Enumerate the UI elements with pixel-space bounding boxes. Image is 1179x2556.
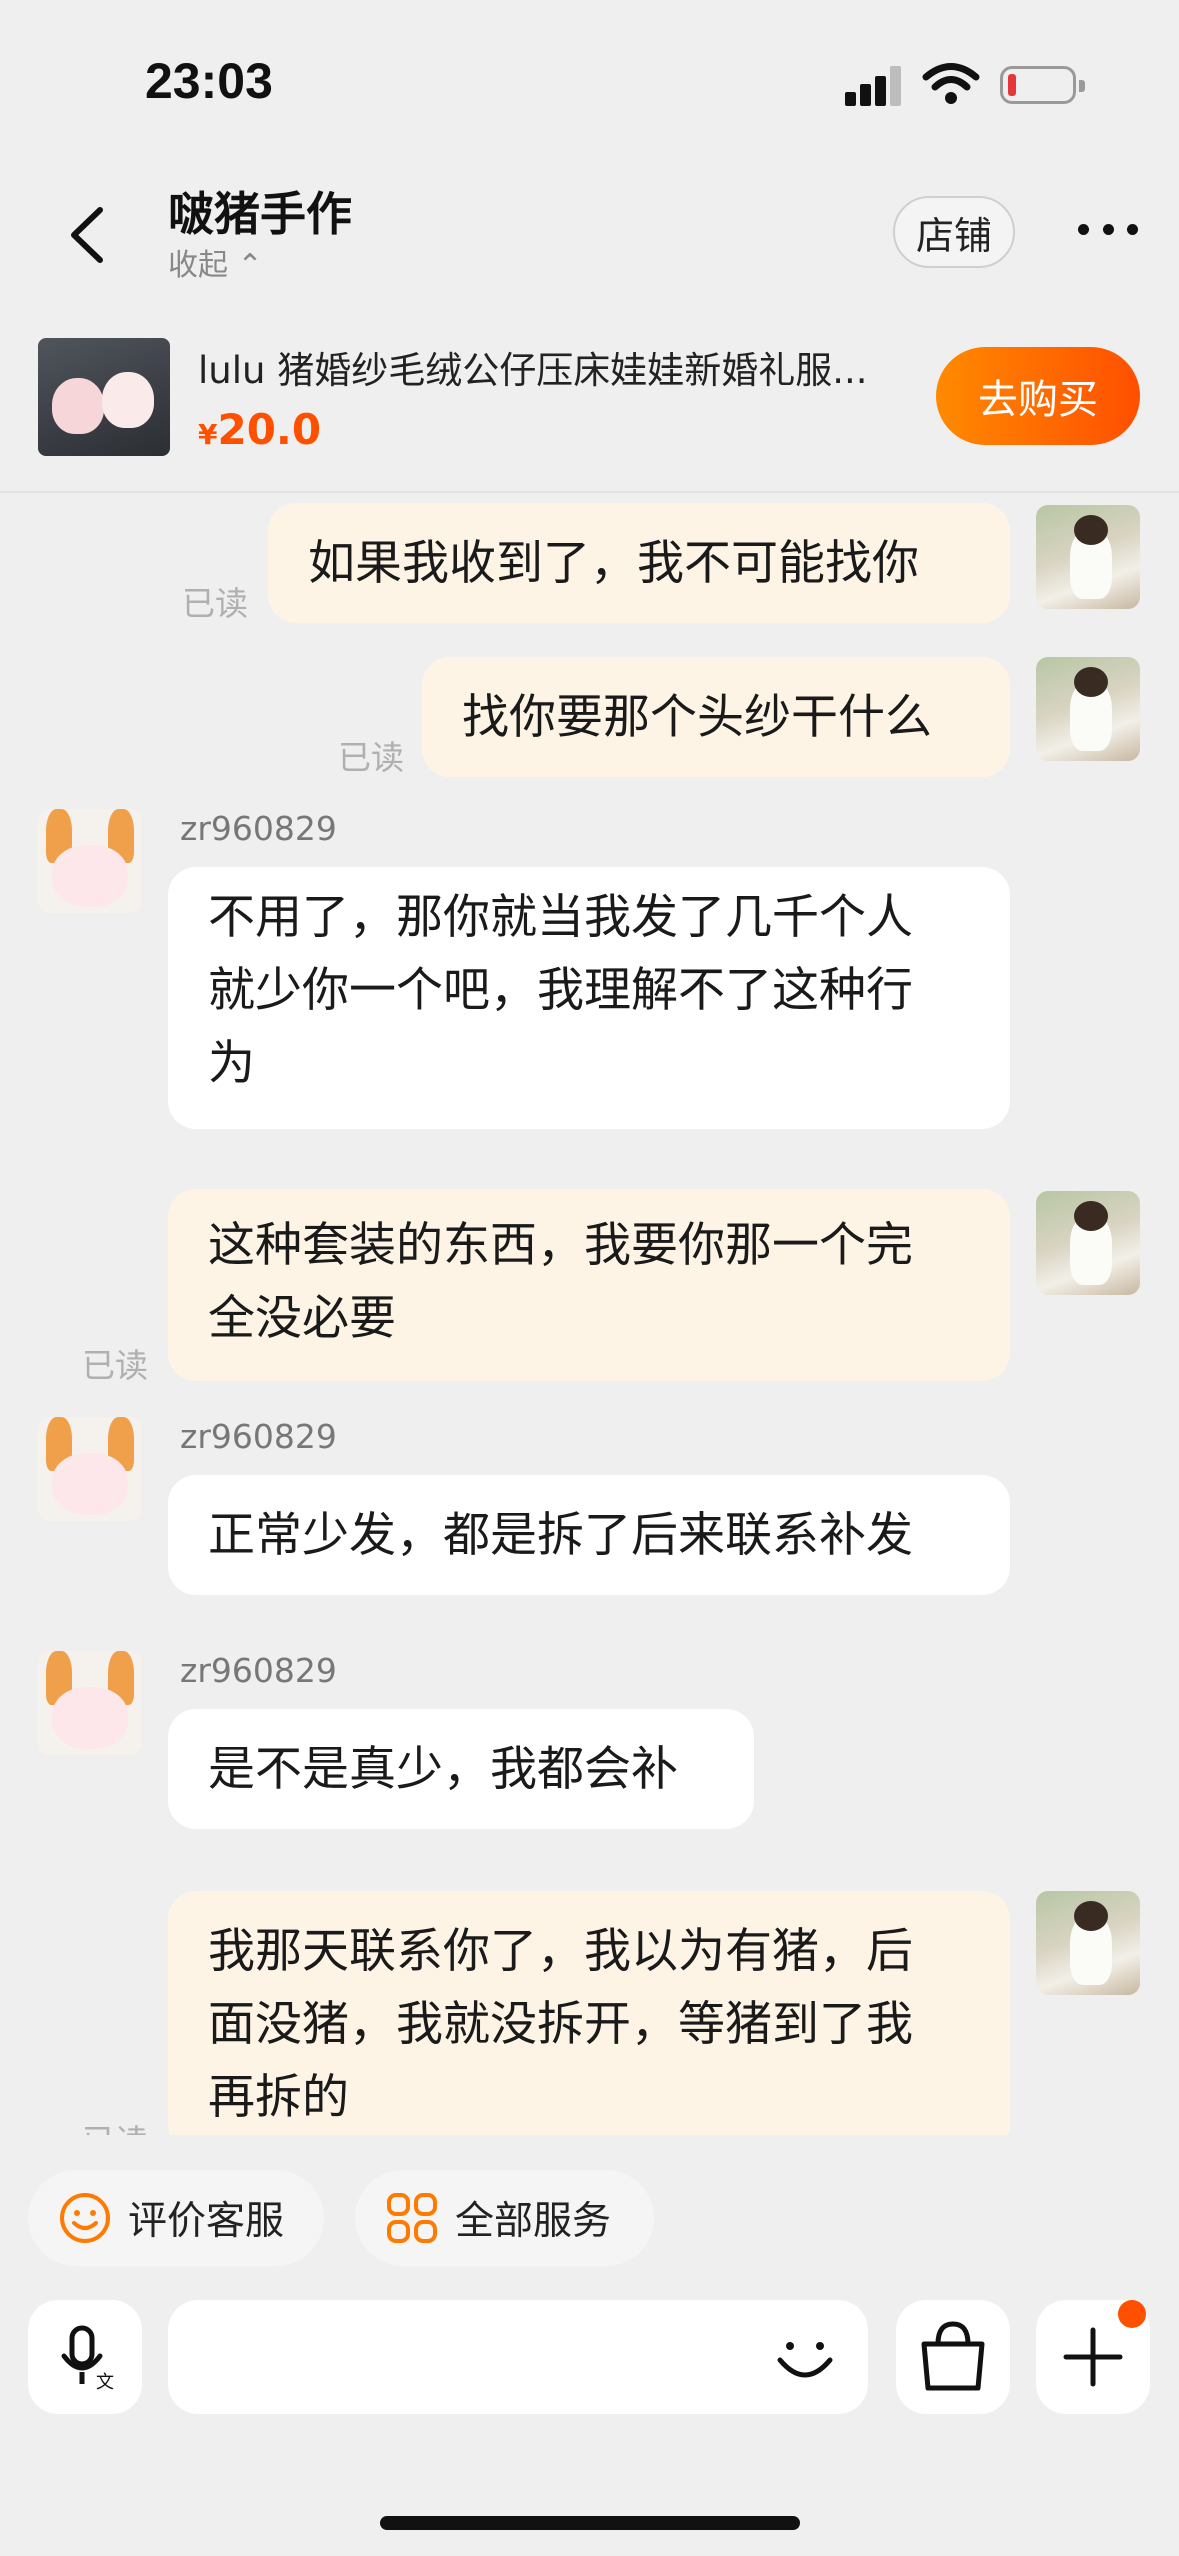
message-bubble-sent: 如果我收到了，我不可能找你: [268, 503, 1010, 623]
read-receipt: 已读: [338, 738, 404, 777]
message-line: 就少你一个吧，我理解不了这种行: [208, 963, 913, 1018]
sender-name: zr960829: [180, 1417, 337, 1456]
more-options-icon[interactable]: [1078, 224, 1138, 238]
shop-name: 啵猪手作: [168, 187, 352, 241]
back-arrow-icon[interactable]: [58, 200, 118, 270]
quick-action-label: 评价客服: [128, 2199, 285, 2244]
message-bubble-received: 正常少发，都是拆了后来联系补发: [168, 1475, 1010, 1595]
notification-dot: [1118, 2300, 1146, 2328]
all-services-button[interactable]: 全部服务: [355, 2170, 654, 2266]
message-text: 找你要那个头纱干什么: [462, 689, 932, 745]
read-receipt: 已读: [82, 1346, 148, 1385]
emoji-icon[interactable]: [768, 2320, 842, 2394]
merchant-avatar[interactable]: [38, 1417, 142, 1521]
message-line: 为: [208, 1036, 255, 1091]
product-price: ¥20.0: [198, 405, 321, 454]
message-bubble-sent: 找你要那个头纱干什么: [422, 657, 1010, 777]
svg-text:文: 文: [96, 2372, 114, 2393]
collapse-toggle[interactable]: 收起 ⌃: [168, 240, 263, 284]
message-line: 我那天联系你了，我以为有猪，后: [208, 1924, 913, 1979]
voice-input-button[interactable]: 文: [28, 2300, 142, 2414]
my-avatar[interactable]: [1036, 1191, 1140, 1295]
message-line: 这种套装的东西，我要你那一个完: [208, 1218, 913, 1273]
message-bubble-received: 不用了，那你就当我发了几千个人 就少你一个吧，我理解不了这种行 为: [168, 867, 1010, 1129]
message-line: 面没猪，我就没拆开，等猪到了我: [208, 1997, 913, 2052]
merchant-avatar[interactable]: [38, 809, 142, 913]
read-receipt: 已读: [82, 2115, 148, 2135]
message-bubble-sent: 我那天联系你了，我以为有猪，后 面没猪，我就没拆开，等猪到了我 再拆的: [168, 1891, 1010, 2135]
sender-name: zr960829: [180, 1651, 337, 1690]
cellular-signal-icon: [845, 66, 903, 106]
message-input[interactable]: [168, 2300, 868, 2414]
status-time: 23:03: [145, 53, 273, 109]
product-thumbnail: [38, 338, 170, 456]
microphone-icon: 文: [61, 2325, 114, 2393]
battery-icon: [1000, 66, 1085, 104]
message-bubble-received: 是不是真少，我都会补: [168, 1709, 754, 1829]
shopping-bag-button[interactable]: [896, 2300, 1010, 2414]
input-bar: 文: [0, 2290, 1179, 2420]
my-avatar[interactable]: [1036, 505, 1140, 609]
message-line: 不用了，那你就当我发了几千个人: [208, 890, 913, 945]
shopping-bag-icon: [921, 2321, 985, 2391]
buy-button[interactable]: 去购买: [936, 347, 1140, 445]
quick-action-label: 全部服务: [455, 2199, 612, 2244]
my-avatar[interactable]: [1036, 1891, 1140, 1995]
my-avatar[interactable]: [1036, 657, 1140, 761]
grid-icon: [387, 2193, 437, 2243]
rate-service-button[interactable]: 评价客服: [28, 2170, 324, 2266]
status-bar: 23:03: [0, 0, 1179, 160]
read-receipt: 已读: [182, 584, 248, 623]
message-text: 如果我收到了，我不可能找你: [308, 535, 919, 591]
home-indicator[interactable]: [380, 2516, 800, 2530]
message-line: 全没必要: [208, 1291, 396, 1346]
message-line: 再拆的: [208, 2070, 349, 2125]
merchant-avatar[interactable]: [38, 1651, 142, 1755]
chat-header: 啵猪手作 收起 ⌃ 店铺: [0, 160, 1179, 310]
product-title: lulu 猪婚纱毛绒公仔压床娃娃新婚礼服...: [198, 349, 868, 392]
smiley-icon: [60, 2193, 110, 2243]
wifi-icon: [922, 63, 980, 104]
chat-messages[interactable]: 如果我收到了，我不可能找你 已读 找你要那个头纱干什么 已读 zr960829 …: [0, 495, 1179, 2135]
price-value: 20.0: [217, 405, 322, 454]
message-text: 正常少发，都是拆了后来联系补发: [208, 1507, 913, 1563]
message-text: 是不是真少，我都会补: [208, 1741, 678, 1797]
message-bubble-sent: 这种套装的东西，我要你那一个完 全没必要: [168, 1189, 1010, 1381]
sender-name: zr960829: [180, 809, 337, 848]
product-card[interactable]: lulu 猪婚纱毛绒公仔压床娃娃新婚礼服... ¥20.0 去购买: [0, 315, 1179, 493]
price-currency: ¥: [198, 418, 218, 451]
store-button[interactable]: 店铺: [893, 196, 1015, 268]
